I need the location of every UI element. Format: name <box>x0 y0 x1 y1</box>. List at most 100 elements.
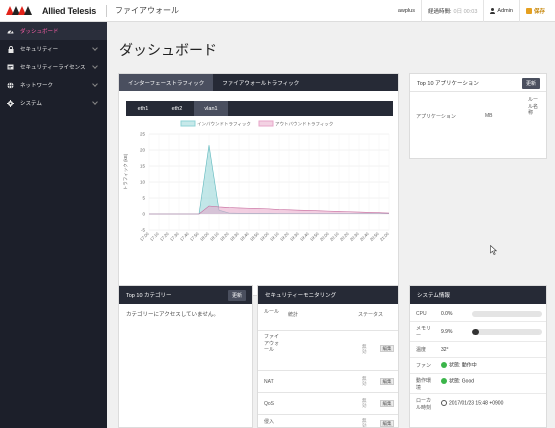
chevron-down-icon <box>92 63 98 69</box>
traffic-chart: インバウンドトラフィック アウトバウンドトラフィック2520151050-5トラフ… <box>123 120 390 242</box>
top-apps-panel: Top 10 アプリケーション 更新 アプリケーション MB ルール名称 <box>409 73 547 159</box>
tab-eth2[interactable]: eth2 <box>160 101 194 116</box>
table-row: 侵入 無効 編集 <box>258 415 398 428</box>
x-tick-label: 20:30 <box>349 231 360 242</box>
x-tick-label: 21:00 <box>379 231 390 242</box>
x-tick-label: 20:10 <box>329 231 340 242</box>
sidebar-item-system[interactable]: システム <box>0 94 107 112</box>
rule-name: QoS <box>264 401 275 407</box>
x-tick-label: 20:40 <box>359 231 370 242</box>
environment-status: 状態: Good <box>441 378 474 385</box>
cpu-value: 0.0% <box>441 311 453 317</box>
brand-logo: Allied Telesis <box>0 0 104 22</box>
y-tick-label: 0 <box>142 212 145 217</box>
tab-eth1[interactable]: eth1 <box>126 101 160 116</box>
x-tick-label: 18:00 <box>199 231 210 242</box>
user-menu[interactable]: Admin <box>483 0 519 22</box>
environment-row: 動作環境 状態: Good <box>410 374 546 394</box>
x-tick-label: 17:20 <box>159 231 170 242</box>
sidebar-item-security-license[interactable]: セキュリティーライセンス <box>0 58 107 76</box>
check-icon <box>441 378 447 384</box>
sidebar-item-label: セキュリティーライセンス <box>20 65 86 71</box>
table-row: NAT 無効 編集 <box>258 371 398 393</box>
local-time: 2017/01/23 15:48 +0900 <box>441 400 503 407</box>
dashboard-icon <box>7 28 14 35</box>
table-row: ファイアウォール 無効 編集 <box>258 331 398 371</box>
x-tick-label: 19:00 <box>259 231 270 242</box>
cpu-label: CPU <box>416 311 427 317</box>
col-mb: MB <box>485 113 493 119</box>
col-stats: 統計 <box>288 312 299 318</box>
col-rule: ルール <box>264 309 280 315</box>
elapsed-time: 経過時間: 0日 00:03 <box>421 0 483 22</box>
rule-status: 無効 <box>362 376 367 386</box>
edit-button[interactable]: 編集 <box>380 378 394 385</box>
lock-icon <box>7 45 14 53</box>
top-category-update-button[interactable]: 更新 <box>227 290 246 301</box>
temperature-value: 32° <box>441 347 449 353</box>
sidebar-item-security[interactable]: セキュリティー <box>0 40 107 58</box>
legend-swatch <box>180 120 196 127</box>
top-bar: Allied Telesis ファイアウォール awplus 経過時間: 0日 … <box>0 0 555 22</box>
allied-telesis-logo-icon <box>6 6 32 15</box>
sidebar-item-network[interactable]: ネットワーク <box>0 76 107 94</box>
security-monitoring-title: セキュリティーモニタリング <box>265 293 337 299</box>
edit-button[interactable]: 編集 <box>380 345 394 352</box>
x-tick-label: 17:40 <box>179 231 190 242</box>
fan-status: 状態: 動作中 <box>441 362 477 369</box>
rule-status: 無効 <box>362 344 367 354</box>
user-name: Admin <box>497 8 513 14</box>
y-axis-label: トラフィック (kB) <box>123 153 129 190</box>
legend-label: アウトバウンドトラフィック <box>275 121 333 128</box>
user-icon <box>490 8 496 14</box>
top-apps-update-button[interactable]: 更新 <box>521 78 540 89</box>
app-title: ファイアウォール <box>106 4 179 17</box>
sidebar-item-dashboard[interactable]: ダッシュボード <box>0 22 107 40</box>
edit-button[interactable]: 編集 <box>380 400 394 407</box>
edit-button[interactable]: 編集 <box>380 420 394 427</box>
mouse-cursor-icon <box>490 245 497 255</box>
save-button[interactable]: 保存 <box>518 0 551 22</box>
memory-usage-fill <box>472 329 479 335</box>
top-category-panel: Top 10 カテゴリー 更新 カテゴリーにアクセスしていません。 <box>118 285 253 428</box>
y-tick-label: 15 <box>140 164 146 169</box>
legend-swatch <box>258 120 274 127</box>
rule-name: 侵入 <box>264 419 275 425</box>
y-tick-label: 5 <box>142 196 145 201</box>
sidebar-item-label: ネットワーク <box>20 83 54 89</box>
check-icon <box>441 362 447 368</box>
local-time-row: ローカル時刻 2017/01/23 15:48 +0900 <box>410 394 546 416</box>
x-tick-label: 18:10 <box>209 231 220 242</box>
rule-status: 無効 <box>362 418 367 428</box>
brand-name: Allied Telesis <box>42 5 97 16</box>
fan-value: 状態: 動作中 <box>449 362 477 369</box>
host-name: awplus <box>397 8 415 14</box>
memory-label: メモリー <box>416 326 432 339</box>
tab-interface-traffic[interactable]: インターフェーストラフィック <box>119 74 214 91</box>
x-tick-label: 19:40 <box>299 231 310 242</box>
fan-row: ファン 状態: 動作中 <box>410 358 546 374</box>
tab-firewall-traffic[interactable]: ファイアウォールトラフィック <box>213 74 308 91</box>
x-tick-label: 18:50 <box>249 231 260 242</box>
x-tick-label: 18:20 <box>219 231 230 242</box>
x-tick-label: 19:10 <box>269 231 280 242</box>
environment-label: 動作環境 <box>416 378 432 391</box>
local-time-value: 2017/01/23 15:48 +0900 <box>449 400 504 407</box>
x-tick-label: 20:20 <box>339 231 350 242</box>
top-category-message: カテゴリーにアクセスしていません。 <box>126 312 219 318</box>
memory-usage-bar <box>472 329 542 335</box>
environment-value: 状態: Good <box>449 378 475 385</box>
traffic-tabs: インターフェーストラフィック ファイアウォールトラフィック <box>119 74 398 91</box>
tab-vlan1[interactable]: vlan1 <box>194 101 228 116</box>
top-category-title: Top 10 カテゴリー <box>126 293 172 299</box>
x-tick-label: 20:50 <box>369 231 380 242</box>
elapsed-time-label: 経過時間: <box>428 9 452 15</box>
col-status: ステータス <box>358 312 384 318</box>
x-tick-label: 17:10 <box>149 231 160 242</box>
temperature-label: 温度 <box>416 347 427 353</box>
top-apps-title: Top 10 アプリケーション <box>417 80 479 87</box>
chevron-down-icon <box>92 81 98 87</box>
y-tick-label: 20 <box>140 148 146 153</box>
memory-row: メモリー 9.9% <box>410 322 546 342</box>
traffic-panel: インターフェーストラフィック ファイアウォールトラフィック eth1 eth2 … <box>118 73 399 296</box>
